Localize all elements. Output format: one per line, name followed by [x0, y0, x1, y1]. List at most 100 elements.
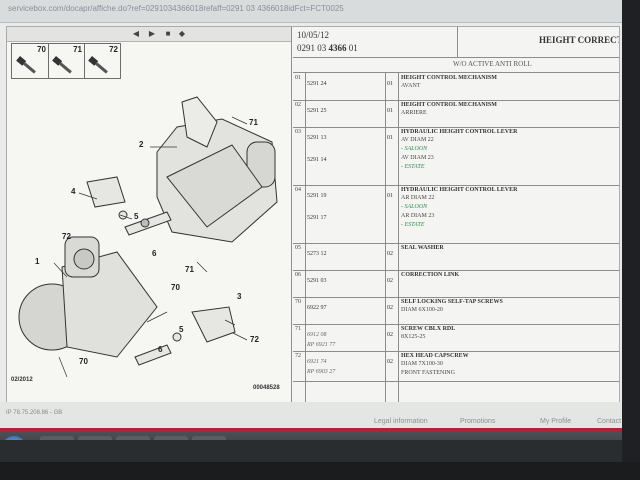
callout-label: 2 — [139, 140, 144, 149]
parts-drawing — [18, 96, 278, 378]
part-number[interactable]: 5291 19 — [307, 193, 327, 199]
part-detail: - SALOON — [401, 146, 428, 152]
callout-label: 70 — [171, 283, 180, 292]
row-number: 02 — [295, 102, 301, 108]
footer-link-contact[interactable]: Contact — [597, 418, 621, 425]
table-row: 03 5291 13 5291 14 01 HYDRAULIC HEIGHT CONTR… — [293, 127, 619, 186]
part-detail: FRONT FASTENING — [401, 370, 455, 376]
quantity: 01 — [387, 193, 393, 199]
diagram-id: 00048528 — [253, 385, 280, 391]
callout-label: 5 — [179, 325, 184, 334]
callout-label: 71 — [249, 118, 258, 127]
exploded-diagram-panel: ◀ ▶ ■ ◆ 70 71 72 71 2 4 5 72 6 1 71 70 5… — [7, 27, 292, 403]
media-player-icon[interactable] — [116, 436, 150, 440]
table-row: 05 5273 12 02 SEAL WASHER — [293, 243, 619, 271]
chrome-icon[interactable] — [192, 436, 226, 440]
callout-label: 70 — [79, 357, 88, 366]
part-description: HEIGHT CONTROL MECHANISM — [401, 75, 497, 81]
part-detail: AVANT — [401, 83, 421, 89]
ref-suffix: 01 — [346, 43, 358, 53]
quantity: 01 — [387, 81, 393, 87]
callout-label: 71 — [185, 265, 194, 274]
quantity: 02 — [387, 278, 393, 284]
address-bar[interactable]: servicebox.com/docapr/affiche.do?ref=029… — [0, 0, 622, 23]
callout-label: 1 — [35, 257, 40, 266]
part-detail: AR DIAM 23 — [401, 213, 435, 219]
table-row: 01 5291 24 01 HEIGHT CONTROL MECHANISM AVANT — [293, 73, 619, 101]
row-number: 71 — [295, 326, 301, 332]
page-footer: Legal information Promotions My Profile … — [0, 402, 622, 428]
part-number[interactable]: 5291 25 — [307, 108, 327, 114]
part-detail: - ESTATE — [401, 164, 425, 170]
callout-label: 6 — [152, 249, 157, 258]
part-description: HYDRAULIC HEIGHT CONTROL LEVER — [401, 187, 518, 193]
part-number[interactable]: 5273 12 — [307, 251, 327, 257]
part-number[interactable]: 5291 14 — [307, 157, 327, 163]
callout-label: 72 — [250, 335, 259, 344]
footer-link-profile[interactable]: My Profile — [540, 418, 571, 425]
callout-label: 5 — [134, 212, 139, 221]
part-number[interactable]: 5291 24 — [307, 81, 327, 87]
part-number[interactable]: 6912 08 — [307, 332, 327, 338]
table-row: 72 6921 74 RP 6903 27 02 HEX HEAD CAPSCREW DI… — [293, 351, 619, 382]
ref-bold: 4366 — [328, 43, 347, 53]
firefox-icon[interactable] — [154, 436, 188, 440]
ref-prefix: 0291 03 — [297, 43, 329, 53]
row-number: 03 — [295, 129, 301, 135]
part-description: SEAL WASHER — [401, 245, 444, 251]
part-detail: DIAM 7X100-30 — [401, 361, 443, 367]
callout-label: 6 — [158, 345, 163, 354]
part-description: HYDRAULIC HEIGHT CONTROL LEVER — [401, 129, 518, 135]
doc-date: 10/05/12 — [297, 30, 330, 40]
part-description: HEIGHT CONTROL MECHANISM — [401, 102, 497, 108]
divider — [457, 27, 458, 57]
row-number: 06 — [295, 272, 301, 278]
page-title: HEIGHT CORRECTOR — [539, 35, 619, 45]
url-text[interactable]: servicebox.com/docapr/affiche.do?ref=029… — [8, 4, 344, 13]
part-description: SELF LOCKING SELF-TAP SCREWS — [401, 299, 503, 305]
table-row: 06 5291 03 02 CORRECTION LINK — [293, 270, 619, 298]
row-number: 72 — [295, 353, 301, 359]
parts-table: 10/05/12 0291 03 4366 01 HEIGHT CORRECTO… — [293, 27, 619, 403]
diagram-date: 02/2012 — [11, 377, 33, 383]
doc-reference: 0291 03 4366 01 — [297, 43, 358, 53]
quantity: 02 — [387, 332, 393, 338]
callout-label: 3 — [237, 292, 242, 301]
row-number: 01 — [295, 75, 301, 81]
subheader-text: W/O ACTIVE ANTI ROLL — [453, 60, 532, 68]
part-number[interactable]: 5291 17 — [307, 215, 327, 221]
taskbar — [0, 432, 622, 440]
quantity: 02 — [387, 305, 393, 311]
ie-icon[interactable] — [40, 436, 74, 440]
part-detail: AR DIAM 22 — [401, 195, 435, 201]
part-number[interactable]: RP 6921 77 — [307, 342, 335, 348]
footer-link-legal[interactable]: Legal information — [374, 418, 428, 425]
part-detail: AV DIAM 22 — [401, 137, 434, 143]
part-detail: 8X125-25 — [401, 334, 426, 340]
quantity: 01 — [387, 135, 393, 141]
part-number[interactable]: RP 6903 27 — [307, 369, 335, 375]
monitor-bezel-bottom — [0, 462, 640, 480]
folder-icon[interactable] — [78, 436, 112, 440]
row-number: 04 — [295, 187, 301, 193]
row-number: 05 — [295, 245, 301, 251]
quantity: 02 — [387, 251, 393, 257]
quantity: 02 — [387, 359, 393, 365]
part-description: SCREW CBLX RDL — [401, 326, 456, 332]
table-subheader: W/O ACTIVE ANTI ROLL — [293, 58, 619, 73]
table-row: 04 5291 19 5291 17 01 HYDRAULIC HEIGHT CONTR… — [293, 185, 619, 244]
part-description: HEX HEAD CAPSCREW — [401, 353, 469, 359]
part-number[interactable]: 5291 13 — [307, 135, 327, 141]
row-number: 70 — [295, 299, 301, 305]
part-detail: AV DIAM 23 — [401, 155, 434, 161]
start-button-icon[interactable] — [2, 436, 26, 440]
part-number[interactable]: 6921 74 — [307, 359, 327, 365]
part-number[interactable]: 6922 97 — [307, 305, 327, 311]
part-detail: - SALOON — [401, 204, 428, 210]
part-number[interactable]: 5291 03 — [307, 278, 327, 284]
footer-link-promotions[interactable]: Promotions — [460, 418, 495, 425]
table-row: 02 5291 25 01 HEIGHT CONTROL MECHANISM ARRIE… — [293, 100, 619, 128]
quantity: 01 — [387, 108, 393, 114]
part-detail: ARRIERE — [401, 110, 427, 116]
page-content: ◀ ▶ ■ ◆ 70 71 72 71 2 4 5 72 6 1 71 70 5… — [6, 26, 620, 404]
